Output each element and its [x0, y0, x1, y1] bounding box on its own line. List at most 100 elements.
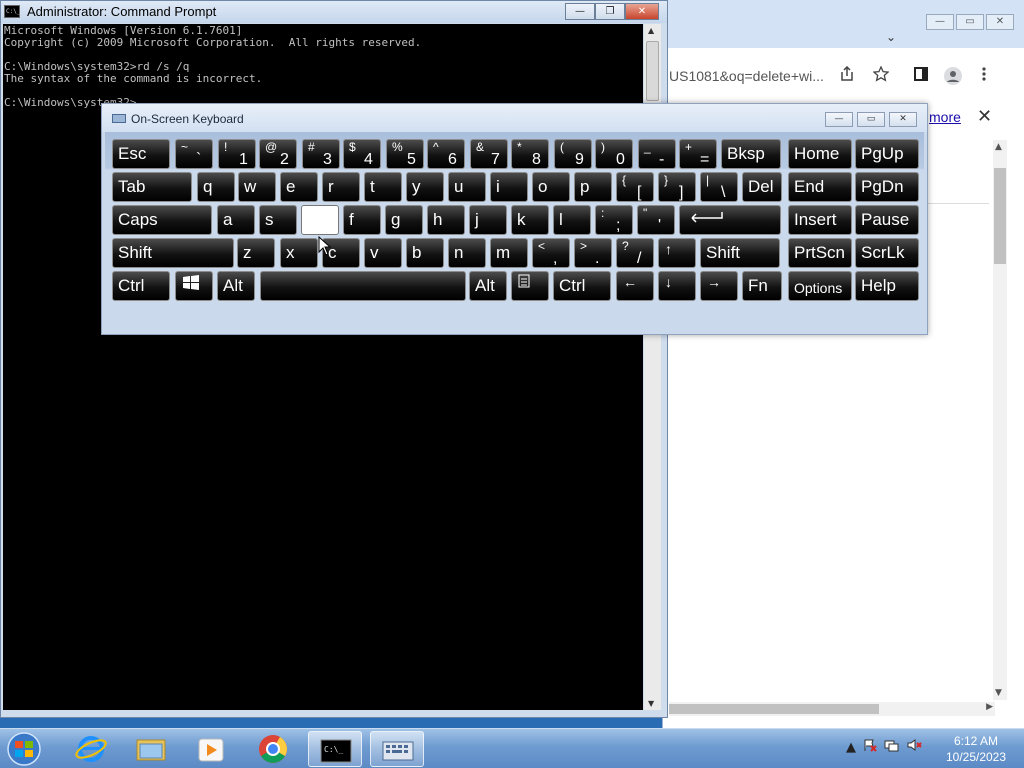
chrome-minimize-button[interactable]: —: [926, 14, 954, 30]
key-/[interactable]: ? /: [616, 238, 654, 268]
key-.[interactable]: >.: [574, 238, 612, 268]
key-m[interactable]: m: [490, 238, 528, 268]
cmd-maximize-button[interactable]: ❐: [595, 3, 625, 20]
volume-muted-icon[interactable]: [906, 737, 922, 757]
key-right-arrow[interactable]: →: [700, 271, 738, 301]
action-center-icon[interactable]: [862, 737, 878, 757]
cmd-app-icon[interactable]: C:\_: [4, 5, 20, 18]
key-e[interactable]: e: [280, 172, 318, 202]
key-q[interactable]: q: [197, 172, 235, 202]
key-2[interactable]: @2: [259, 139, 297, 169]
taskbar-windows-explorer[interactable]: [124, 731, 178, 767]
key-8[interactable]: * 8: [511, 139, 549, 169]
chrome-maximize-button[interactable]: ▭: [956, 14, 984, 30]
key-j[interactable]: j: [469, 205, 507, 235]
key-down-arrow[interactable]: ↓: [658, 271, 696, 301]
key-\[interactable]: | \: [700, 172, 738, 202]
key-alt[interactable]: Alt: [469, 271, 507, 301]
key-u[interactable]: u: [448, 172, 486, 202]
taskbar-command-prompt[interactable]: C:\_: [308, 731, 362, 767]
osk-title-bar[interactable]: On-Screen Keyboard — ▭ ✕: [102, 104, 927, 132]
key-pgup[interactable]: PgUp: [855, 139, 919, 169]
key-'[interactable]: " ': [637, 205, 675, 235]
key--[interactable]: _ -: [638, 139, 676, 169]
key-o[interactable]: o: [532, 172, 570, 202]
key-fn[interactable]: Fn: [742, 271, 782, 301]
key-w[interactable]: w: [238, 172, 276, 202]
key-shift[interactable]: Shift: [112, 238, 234, 268]
key-p[interactable]: p: [574, 172, 612, 202]
key-0[interactable]: ) 0: [595, 139, 633, 169]
key-=[interactable]: + =: [679, 139, 717, 169]
scroll-up-arrow-icon[interactable]: ▲: [648, 26, 654, 35]
key-t[interactable]: t: [364, 172, 402, 202]
key-windows-logo[interactable]: [175, 271, 213, 301]
key-space[interactable]: [260, 271, 466, 301]
key-insert[interactable]: Insert: [788, 205, 852, 235]
start-button[interactable]: [4, 731, 48, 767]
key-x[interactable]: x: [280, 238, 318, 268]
cmd-close-button[interactable]: ✕: [625, 3, 659, 20]
dismiss-icon[interactable]: ✕: [977, 106, 992, 127]
scroll-down-arrow-icon[interactable]: ▼: [648, 699, 654, 708]
key-alt[interactable]: Alt: [217, 271, 255, 301]
taskbar-clock[interactable]: 6:12 AM 10/25/2023: [936, 733, 1016, 765]
key-g[interactable]: g: [385, 205, 423, 235]
scroll-up-arrow-icon[interactable]: ▲: [995, 142, 1002, 152]
key-9[interactable]: (9: [554, 139, 592, 169]
osk-minimize-button[interactable]: —: [825, 112, 853, 127]
key-s[interactable]: s: [259, 205, 297, 235]
key-prtscn[interactable]: PrtScn: [788, 238, 852, 268]
key-home[interactable]: Home: [788, 139, 852, 169]
key-k[interactable]: k: [511, 205, 549, 235]
cmd-title-bar[interactable]: C:\_ Administrator: Command Prompt — ❐ ✕: [1, 1, 667, 23]
key-pause[interactable]: Pause: [855, 205, 919, 235]
more-link[interactable]: more: [929, 109, 961, 125]
key-1[interactable]: ! 1: [218, 139, 256, 169]
key-y[interactable]: y: [406, 172, 444, 202]
key-z[interactable]: z: [237, 238, 275, 268]
key-pgdn[interactable]: PgDn: [855, 172, 919, 202]
key-tab[interactable]: Tab: [112, 172, 192, 202]
scrollbar-thumb[interactable]: [669, 704, 879, 714]
key-`[interactable]: ~ `: [175, 139, 213, 169]
key-menu[interactable]: [511, 271, 549, 301]
chrome-horizontal-scrollbar[interactable]: ▶: [669, 702, 995, 716]
key-4[interactable]: $4: [343, 139, 381, 169]
key-shift[interactable]: Shift: [700, 238, 780, 268]
profile-avatar-icon[interactable]: [943, 66, 963, 90]
key-a[interactable]: a: [217, 205, 255, 235]
key-scrlk[interactable]: ScrLk: [855, 238, 919, 268]
key-f[interactable]: f: [343, 205, 381, 235]
taskbar-on-screen-keyboard[interactable]: [370, 731, 424, 767]
show-hidden-icons-chevron-icon[interactable]: ▲: [846, 740, 856, 755]
osk-maximize-button[interactable]: ▭: [857, 112, 885, 127]
key-ctrl[interactable]: Ctrl: [112, 271, 170, 301]
key-end[interactable]: End: [788, 172, 852, 202]
key-r[interactable]: r: [322, 172, 360, 202]
taskbar-internet-explorer[interactable]: [64, 731, 118, 767]
key-d[interactable]: [301, 205, 339, 235]
key-,[interactable]: <,: [532, 238, 570, 268]
scroll-right-arrow-icon[interactable]: ▶: [986, 702, 993, 712]
key-l[interactable]: l: [553, 205, 591, 235]
taskbar-media-player[interactable]: [184, 731, 238, 767]
key-6[interactable]: ^ 6: [427, 139, 465, 169]
cmd-minimize-button[interactable]: —: [565, 3, 595, 20]
on-screen-keyboard-window[interactable]: On-Screen Keyboard — ▭ ✕ Esc ~ `! 1 @2 #3 $4% 5…: [101, 103, 928, 335]
scrollbar-thumb[interactable]: [994, 168, 1006, 264]
address-bar-url[interactable]: US1081&oq=delete+wi...: [669, 68, 824, 84]
scrollbar-thumb[interactable]: [646, 41, 659, 101]
key-bksp[interactable]: Bksp: [721, 139, 781, 169]
key-ctrl[interactable]: Ctrl: [553, 271, 611, 301]
key-][interactable]: }]: [658, 172, 696, 202]
chrome-close-button[interactable]: ✕: [986, 14, 1014, 30]
key-options[interactable]: Options: [788, 271, 852, 301]
key-i[interactable]: i: [490, 172, 528, 202]
osk-close-button[interactable]: ✕: [889, 112, 917, 127]
tab-search-chevron-icon[interactable]: ⌄: [886, 30, 896, 44]
key-enter-arrow[interactable]: [679, 205, 781, 235]
key-b[interactable]: b: [406, 238, 444, 268]
key-n[interactable]: n: [448, 238, 486, 268]
taskbar-chrome[interactable]: [246, 731, 300, 767]
